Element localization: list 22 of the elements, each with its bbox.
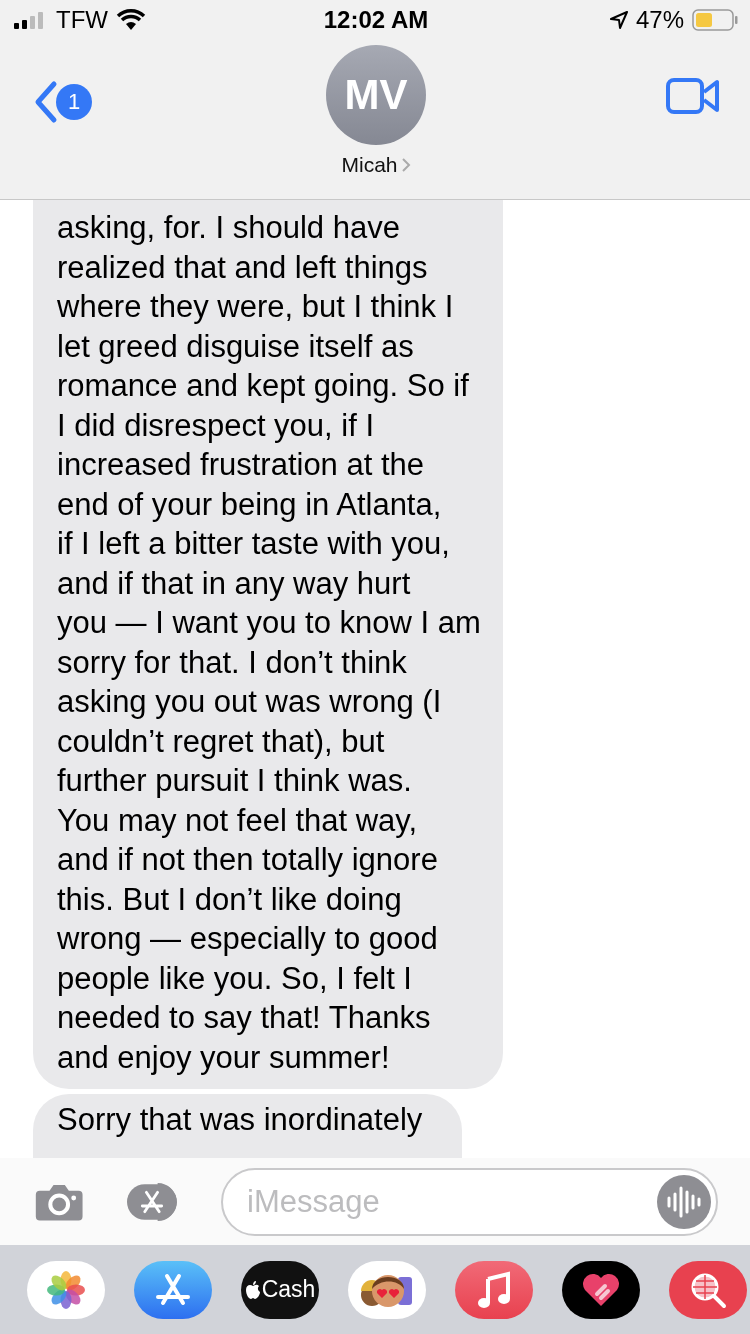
audio-waveform-icon[interactable] (657, 1174, 711, 1229)
contact-name[interactable]: Micah (341, 153, 398, 177)
battery-icon (692, 9, 738, 31)
apple-logo-icon (244, 1279, 261, 1300)
heart-icon (581, 1271, 621, 1308)
battery-percent: 47% (635, 6, 684, 34)
message-field[interactable]: iMessage (221, 1167, 718, 1236)
back-button[interactable]: 1 (32, 80, 132, 124)
app-drawer-button[interactable] (562, 1260, 640, 1319)
photos-flower-icon (46, 1269, 86, 1310)
carrier-name: TFW (56, 6, 108, 34)
wifi-icon (116, 9, 146, 31)
clock-time: 12:02 AM (323, 6, 429, 34)
video-camera-icon[interactable] (666, 78, 720, 114)
app-drawer-button[interactable]: Cash (241, 1260, 319, 1319)
location-arrow-icon (609, 11, 628, 29)
message-bubble: asking, for. I should have realized that and left things where they were, but I think I let greed disguise itself as romance and kept going. So if I did disrespect you, if I increased frustration at the end of your being in Atlanta, if I left a bitter taste with you, and if that in any way hurt you — I want you to know I am sorry for that. I don’t think asking you out was wrong (I couldn’t regret that), but further pursuit I think was. You may not feel that way, and if not then totally ignore this. But I don’t like doing wrong — especially to good people like you. So, I felt I needed to say that! Thanks and enjoy your summer! (33, 200, 503, 1089)
message-bubble: Sorry that was inordinately (33, 1094, 463, 1158)
app-store-icon (153, 1271, 193, 1308)
unread-badge: 1 (56, 84, 92, 120)
chevron-right-icon (401, 158, 411, 172)
music-note-icon (477, 1270, 511, 1309)
